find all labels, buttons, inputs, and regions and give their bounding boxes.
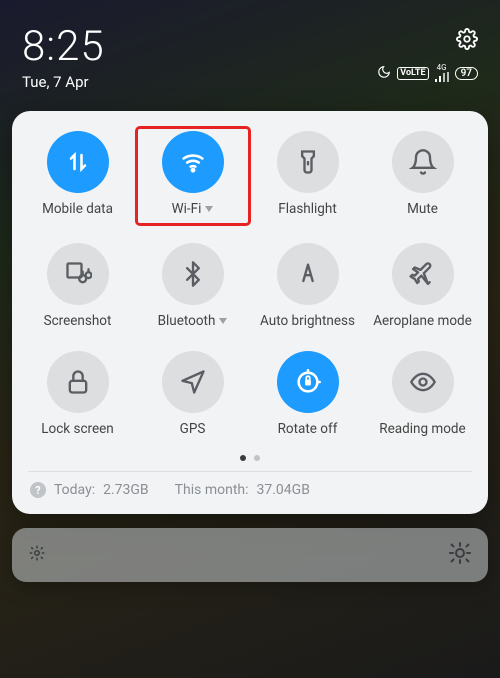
tile-label: Reading mode (379, 421, 465, 437)
statusbar: 8:25 Tue, 7 Apr VoLTE 4G 97 (0, 0, 500, 99)
data-usage-row[interactable]: ? Today: 2.73GB This month: 37.04GB (22, 472, 478, 504)
status-icons: VoLTE 4G 97 (377, 64, 478, 82)
rotate-lock-icon (277, 351, 339, 413)
tile-mute[interactable]: Mute (368, 129, 478, 223)
brightness-low-icon (28, 544, 46, 566)
tile-label: Rotate off (278, 421, 338, 437)
tile-aeroplane-mode[interactable]: Aeroplane mode (368, 241, 478, 331)
eye-icon (392, 351, 454, 413)
usage-month-value: 37.04GB (257, 482, 310, 498)
date: Tue, 7 Apr (22, 73, 105, 91)
moon-icon (377, 65, 391, 82)
tile-label: Bluetooth (158, 313, 216, 329)
tile-gps[interactable]: GPS (138, 349, 248, 439)
wifi-icon (162, 131, 224, 193)
tile-flashlight[interactable]: Flashlight (253, 129, 363, 223)
flashlight-icon (277, 131, 339, 193)
tile-auto-brightness[interactable]: Auto brightness (253, 241, 363, 331)
quick-settings-panel: Mobile data Wi-Fi Flashlight Mute (12, 111, 488, 514)
expand-icon (205, 206, 213, 212)
page-dot-2 (254, 455, 260, 461)
tile-bluetooth[interactable]: Bluetooth (138, 241, 248, 331)
tile-mobile-data[interactable]: Mobile data (23, 129, 133, 223)
signal-icon: 4G (435, 64, 449, 82)
usage-today-value: 2.73GB (103, 482, 149, 498)
page-indicator (22, 455, 478, 461)
statusbar-right: VoLTE 4G 97 (377, 22, 478, 82)
tile-label: GPS (180, 421, 206, 437)
battery-percent: 97 (461, 68, 472, 79)
bluetooth-icon (162, 243, 224, 305)
clock: 8:25 (22, 22, 105, 71)
usage-month-label: This month: (175, 482, 249, 498)
location-icon (162, 351, 224, 413)
settings-icon[interactable] (456, 28, 478, 54)
tile-label: Mobile data (42, 201, 113, 217)
tile-label: Aeroplane mode (373, 313, 472, 329)
brightness-high-icon (448, 541, 472, 569)
volte-badge: VoLTE (397, 67, 428, 80)
tile-rotate-off[interactable]: Rotate off (253, 349, 363, 439)
auto-brightness-icon (277, 243, 339, 305)
tile-label: Lock screen (41, 421, 113, 437)
tile-label: Auto brightness (260, 313, 355, 329)
expand-icon (219, 318, 227, 324)
tile-lock-screen[interactable]: Lock screen (23, 349, 133, 439)
network-type: 4G (437, 64, 447, 72)
tile-label: Flashlight (278, 201, 337, 217)
mobile-data-icon (47, 131, 109, 193)
tile-reading-mode[interactable]: Reading mode (368, 349, 478, 439)
tile-screenshot[interactable]: Screenshot (23, 241, 133, 331)
usage-today-label: Today: (54, 482, 95, 498)
statusbar-left: 8:25 Tue, 7 Apr (22, 22, 105, 91)
tiles-grid: Mobile data Wi-Fi Flashlight Mute (22, 129, 478, 439)
tile-label: Mute (407, 201, 438, 217)
brightness-slider[interactable] (12, 528, 488, 582)
bell-icon (392, 131, 454, 193)
info-icon: ? (30, 482, 46, 498)
page-dot-1 (240, 455, 246, 461)
battery-icon: 97 (455, 67, 478, 80)
aeroplane-icon (392, 243, 454, 305)
lock-icon (47, 351, 109, 413)
tile-wifi[interactable]: Wi-Fi (138, 129, 248, 223)
tile-label: Wi-Fi (172, 201, 202, 217)
screenshot-icon (47, 243, 109, 305)
tile-label: Screenshot (44, 313, 112, 329)
